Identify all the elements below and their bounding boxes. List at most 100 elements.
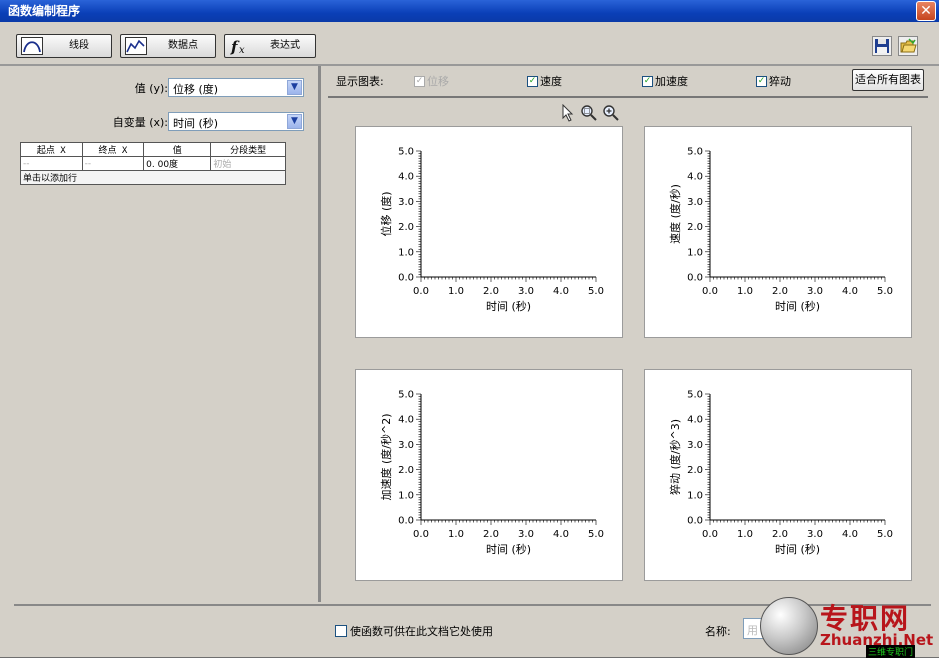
y-tick-label: 0.0 (687, 273, 703, 284)
table-cell-value[interactable]: 0. 00度 (143, 156, 212, 171)
x-tick-label: 2.0 (772, 529, 788, 540)
value-label: 值 (y): (134, 82, 168, 95)
velocity-chart[interactable]: 0.0 0.0 1.0 1.0 2.0 2.0 3.0 3.0 4.0 4.0 5.0 5.0 时间 (… (644, 126, 912, 338)
y-axis-title: 位移 (度) (379, 191, 393, 236)
x-tick-label: 5.0 (877, 286, 893, 297)
reuse-checkbox[interactable]: 使函数可供在此文档它处使用 (335, 623, 493, 639)
acceleration-chart-svg: 0.0 0.0 1.0 1.0 2.0 2.0 3.0 3.0 4.0 4.0 5.0 5.0 时间 (… (379, 390, 604, 557)
show-charts-bar: 显示图表: ✓ 位移 ✓ 速度 ✓ 加速度 ✓ 猝动 适合所有图表 (322, 66, 939, 94)
y-tick-label: 1.0 (687, 490, 703, 501)
y-tick-label: 0.0 (398, 273, 414, 284)
checkbox-acceleration[interactable]: ✓ 加速度 (642, 73, 688, 89)
right-panel: 显示图表: ✓ 位移 ✓ 速度 ✓ 加速度 ✓ 猝动 适合所有图表 0.0 0.… (322, 66, 939, 602)
fit-all-charts-button[interactable]: 适合所有图表 (852, 69, 924, 91)
y-tick-label: 1.0 (398, 490, 414, 501)
showbar-separator (328, 96, 928, 98)
datapoint-curve-icon (125, 37, 147, 55)
checkmark-icon: ✓ (756, 75, 767, 87)
jerk-chart[interactable]: 0.0 0.0 1.0 1.0 2.0 2.0 3.0 3.0 4.0 4.0 5.0 5.0 时间 (… (644, 369, 912, 581)
segment-button-label: 线段 (69, 40, 89, 51)
x-tick-label: 0.0 (413, 529, 429, 540)
displacement-chart[interactable]: 0.0 0.0 1.0 1.0 2.0 2.0 3.0 3.0 4.0 4.0 5.0 5.0 时间 (… (355, 126, 623, 338)
x-tick-label: 4.0 (553, 286, 569, 297)
y-tick-label: 2.0 (687, 222, 703, 233)
column-header-segment-type[interactable]: 分段类型 (210, 142, 286, 157)
x-tick-label: 3.0 (807, 529, 823, 540)
x-tick-label: 2.0 (483, 529, 499, 540)
zoom-region-icon[interactable] (580, 104, 598, 122)
datapoint-button[interactable]: 数据点 (120, 34, 216, 58)
y-axis-title: 猝动 (度/秒^3) (668, 419, 682, 495)
x-tick-label: 4.0 (842, 286, 858, 297)
close-button[interactable]: ✕ (916, 1, 936, 21)
x-tick-label: 3.0 (518, 286, 534, 297)
chevron-down-icon[interactable]: ▼ (287, 114, 302, 129)
x-tick-label: 4.0 (842, 529, 858, 540)
velocity-chart-svg: 0.0 0.0 1.0 1.0 2.0 2.0 3.0 3.0 4.0 4.0 5.0 5.0 时间 (… (668, 147, 893, 314)
y-axis-title: 速度 (度/秒) (668, 184, 682, 244)
function-fx-icon: f x (230, 38, 245, 55)
table-row[interactable]: -- -- 0. 00度 初始 (20, 156, 286, 171)
x-tick-label: 3.0 (518, 529, 534, 540)
acceleration-chart[interactable]: 0.0 0.0 1.0 1.0 2.0 2.0 3.0 3.0 4.0 4.0 5.0 5.0 时间 (… (355, 369, 623, 581)
y-tick-label: 3.0 (398, 440, 414, 451)
segment-table: 起点 X 终点 X 值 分段类型 -- -- 0. 00度 初始 单击以添加行 (20, 142, 286, 185)
zoom-in-icon[interactable] (602, 104, 620, 122)
checkbox-jerk[interactable]: ✓ 猝动 (756, 73, 791, 89)
name-label: 名称: (705, 625, 731, 638)
segment-curve-icon (21, 37, 43, 55)
y-tick-label: 5.0 (687, 147, 703, 158)
x-axis-title: 时间 (秒) (775, 299, 820, 313)
x-axis-title: 时间 (秒) (775, 542, 820, 556)
checkbox-empty-icon[interactable] (335, 625, 347, 637)
table-cell-start-x[interactable]: -- (20, 156, 83, 171)
add-row-text[interactable]: 单击以添加行 (20, 170, 286, 185)
table-header-row: 起点 X 终点 X 值 分段类型 (20, 142, 286, 157)
y-tick-label: 5.0 (398, 390, 414, 401)
checkmark-icon: ✓ (527, 75, 538, 87)
left-panel: 值 (y): 位移 (度) ▼ 自变量 (x): 时间 (秒) ▼ 起点 X 终… (14, 66, 316, 602)
column-header-value[interactable]: 值 (143, 142, 212, 157)
x-tick-label: 1.0 (448, 286, 464, 297)
y-tick-label: 1.0 (398, 247, 414, 258)
pointer-arrow-icon[interactable] (560, 104, 576, 122)
y-tick-label: 0.0 (398, 516, 414, 527)
add-row[interactable]: 单击以添加行 (20, 170, 286, 185)
independent-variable-select[interactable]: 时间 (秒) ▼ (168, 112, 304, 131)
toolbar: 线段 数据点 f x 表达式 (4, 26, 935, 64)
watermark-logo: 专职网 Zhuanzhi.Net 三维专职门 (758, 595, 939, 658)
column-header-start-x[interactable]: 起点 X (20, 142, 83, 157)
x-tick-label: 5.0 (588, 286, 604, 297)
y-tick-label: 4.0 (687, 172, 703, 183)
show-charts-label: 显示图表: (336, 75, 384, 88)
save-icon[interactable] (872, 36, 892, 56)
table-cell-segment-type[interactable]: 初始 (210, 156, 286, 171)
table-cell-end-x[interactable]: -- (81, 156, 145, 171)
x-tick-label: 0.0 (702, 286, 718, 297)
y-tick-label: 5.0 (687, 390, 703, 401)
jerk-chart-svg: 0.0 0.0 1.0 1.0 2.0 2.0 3.0 3.0 4.0 4.0 5.0 5.0 时间 (… (668, 390, 893, 557)
x-tick-label: 1.0 (737, 529, 753, 540)
vertical-splitter[interactable] (318, 66, 321, 602)
y-tick-label: 2.0 (398, 465, 414, 476)
checkbox-velocity-label: 速度 (540, 75, 562, 88)
chevron-down-icon[interactable]: ▼ (287, 80, 302, 95)
checkbox-acceleration-label: 加速度 (655, 75, 688, 88)
x-tick-label: 0.0 (702, 529, 718, 540)
x-tick-label: 5.0 (877, 529, 893, 540)
column-header-end-x[interactable]: 终点 X (81, 142, 145, 157)
x-tick-label: 3.0 (807, 286, 823, 297)
window-title: 函数编制程序 (8, 4, 81, 18)
checkbox-velocity[interactable]: ✓ 速度 (527, 73, 562, 89)
datapoint-button-label: 数据点 (168, 40, 198, 51)
open-folder-icon[interactable] (898, 36, 918, 56)
expression-button[interactable]: f x 表达式 (224, 34, 316, 58)
name-input-placeholder: 用 (747, 624, 758, 637)
y-tick-label: 5.0 (398, 147, 414, 158)
value-select[interactable]: 位移 (度) ▼ (168, 78, 304, 97)
segment-button[interactable]: 线段 (16, 34, 112, 58)
watermark-ball-icon (760, 597, 818, 655)
y-tick-label: 2.0 (687, 465, 703, 476)
independent-variable-label: 自变量 (x): (112, 116, 168, 129)
y-axis-title: 加速度 (度/秒^2) (379, 413, 393, 500)
